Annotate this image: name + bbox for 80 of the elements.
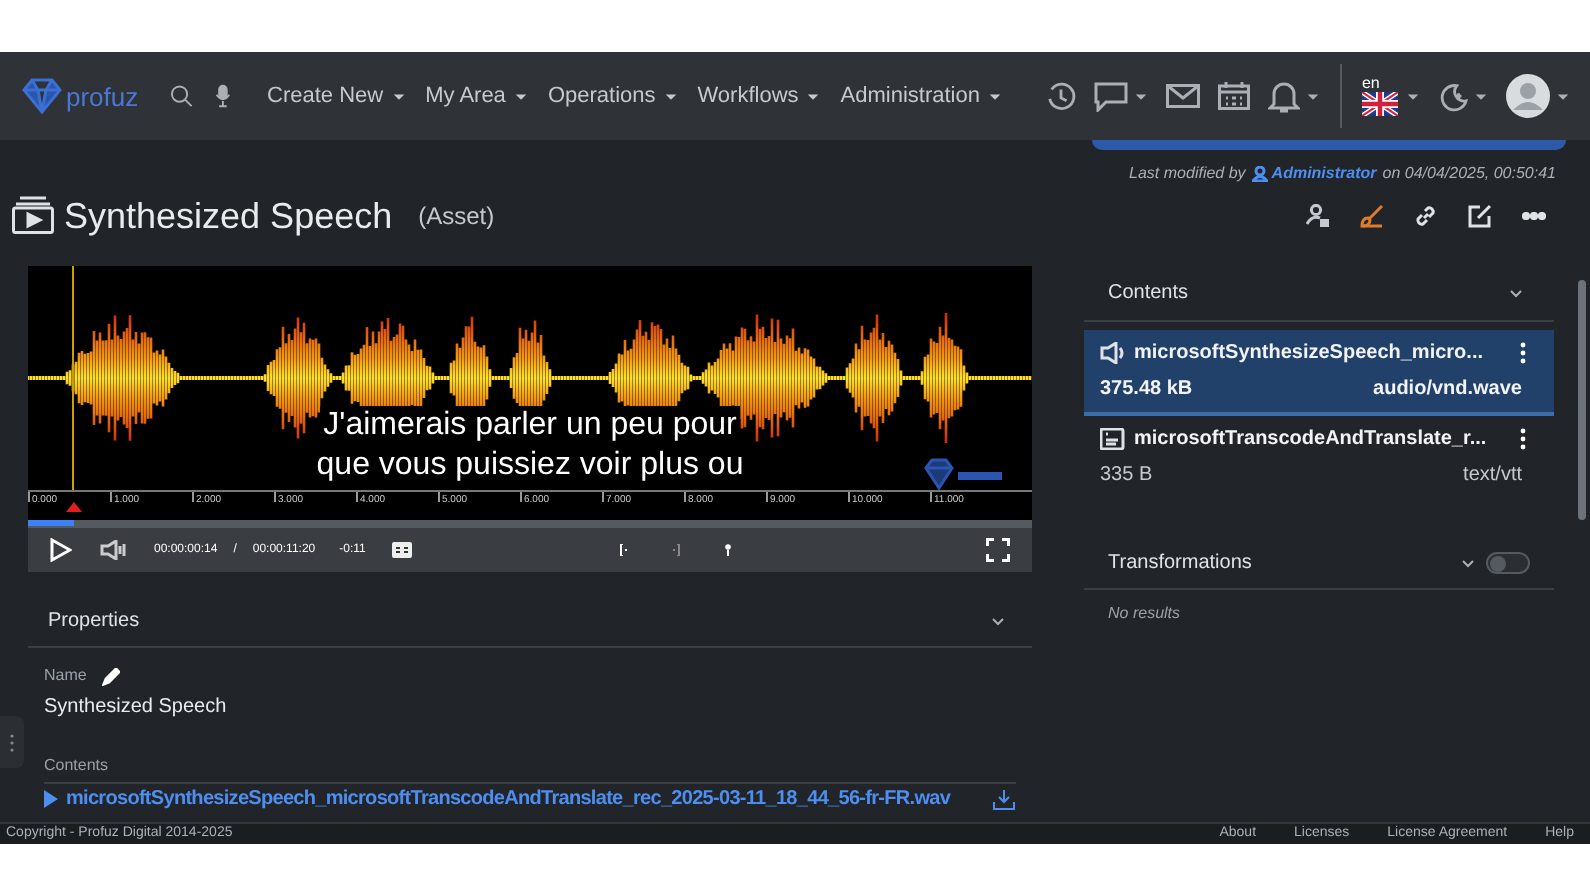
edit-icon[interactable] [1468,203,1492,227]
file-name: microsoftTranscodeAndTranslate_r... [1134,426,1487,454]
section-title: Properties [48,608,140,636]
chat-button[interactable] [1093,81,1148,111]
chevron-down-icon[interactable] [1510,289,1522,297]
mark-out-icon[interactable] [671,544,680,556]
file-link[interactable]: microsoftSynthesizeSpeech_microsoftTranscodeAndTranslate_rec_2025-03-11_18_44_56-fr-FR.wav [44,784,951,814]
content-item[interactable]: microsoftTranscodeAndTranslate_r... 335 B text/vtt [1084,416,1554,498]
download-icon[interactable] [992,787,1016,811]
side-panel-handle[interactable] [0,716,24,768]
caret-icon [1133,91,1148,101]
field-label: Contents [44,754,111,778]
file-size-text: 375.48 kB [1100,376,1193,404]
section-title: Contents [1108,280,1189,308]
page-title: Synthesized Speech [64,197,393,233]
notifications-button[interactable] [1267,79,1320,113]
calendar-icon[interactable] [1217,82,1250,110]
speaker-icon[interactable] [100,540,128,560]
playhead-marker-icon[interactable] [66,502,82,512]
link-icon[interactable] [1414,203,1438,227]
caret-icon [1405,91,1420,101]
subtitle-text: que vous puissiez voir plus ou [312,446,748,486]
chevron-down-icon[interactable] [1462,559,1474,567]
last-modified-text: Last modified by Administrator on 04/04/2025, 00:50:41 [1129,162,1556,186]
caret-icon [1305,91,1320,101]
pin-icon[interactable] [723,544,732,556]
field-label: Name [44,664,87,688]
fullscreen-icon[interactable] [986,538,1010,562]
chevron-down-icon[interactable] [992,617,1004,625]
user-link[interactable]: Administrator [1251,162,1377,186]
vertical-dots-icon[interactable] [1520,428,1526,450]
menu-button[interactable]: My Area [425,79,528,113]
section-title: Transformations [1108,550,1252,578]
play-icon [44,790,58,808]
caret-icon [513,91,528,101]
caret-icon [806,91,821,101]
content-item[interactable]: microsoftSynthesizeSpeech_micro... 375.48 kB audio/vnd.wave [1084,330,1554,416]
file-size-text: 335 B [1100,462,1153,490]
avatar-icon [1505,74,1550,118]
user-icon [1251,166,1268,182]
moon-icon [1437,81,1468,111]
clock-icon[interactable] [1045,81,1076,111]
caret-icon [987,91,1002,101]
mime-type-text: audio/vnd.wave [1373,376,1522,404]
more-icon[interactable] [1522,211,1546,219]
flag-icon [1361,92,1398,116]
brush-icon[interactable] [1360,203,1384,227]
vertical-dots-icon[interactable] [1520,342,1526,364]
language-button[interactable]: en [1361,76,1420,116]
menu-button[interactable]: Create New [267,79,406,113]
caret-icon [1473,91,1488,101]
diamond-icon [20,78,64,114]
file-name: microsoftSynthesizeSpeech_micro... [1134,340,1484,368]
asset-type-label: (Asset) [418,199,495,233]
caret-icon [663,91,678,101]
toggle-switch[interactable] [1486,552,1530,574]
menu-button[interactable]: Operations [547,79,678,113]
subtitle-text: J'aimerais parler un peu pour [319,406,741,446]
theme-button[interactable] [1437,81,1488,111]
empty-state-text: No results [1106,602,1183,626]
diamond-logo-icon [924,458,1004,490]
mail-icon[interactable] [1165,84,1200,108]
media-asset-icon [12,196,54,234]
subtitles-icon [1100,428,1126,450]
scrollbar-thumb[interactable] [1578,280,1586,520]
mime-type-text: text/vtt [1463,462,1522,490]
speech-bubble-icon [1093,81,1128,111]
caret-icon [1555,91,1570,101]
captions-icon[interactable] [391,542,412,558]
menu-button[interactable]: Administration [840,79,1002,113]
speaker-icon [1100,342,1126,364]
user-lock-icon[interactable] [1306,203,1330,227]
pencil-icon[interactable] [102,667,121,685]
bell-icon [1267,79,1300,113]
user-menu-button[interactable] [1505,74,1570,118]
caret-icon [391,91,406,101]
menu-button[interactable]: Workflows [697,79,821,113]
field-value: Synthesized Speech [44,694,229,722]
play-icon[interactable] [50,538,72,562]
mark-in-icon[interactable] [619,544,628,556]
